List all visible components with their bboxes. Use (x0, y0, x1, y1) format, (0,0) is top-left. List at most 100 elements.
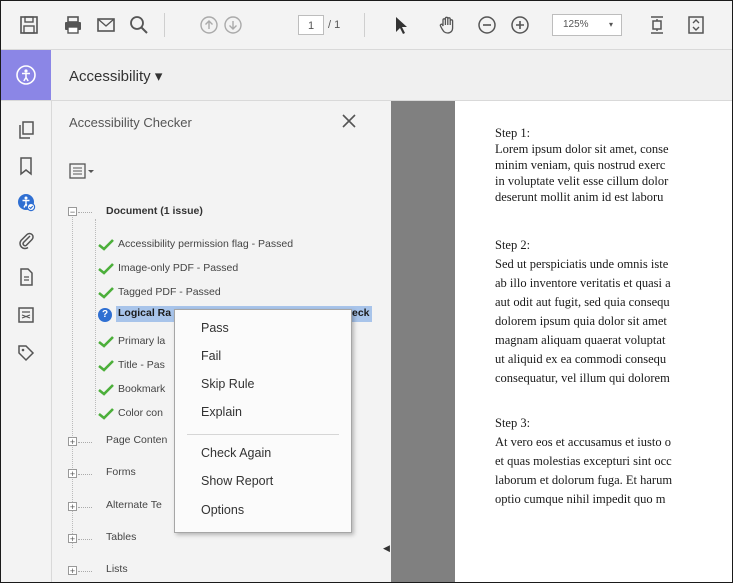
collapse-panel-handle[interactable]: ◀ (383, 543, 391, 555)
tree-connector (78, 442, 92, 444)
tree-group-tables[interactable]: Tables (106, 531, 136, 543)
tree-node-item[interactable]: Accessibility permission flag - Passed (118, 238, 293, 250)
check-icon (98, 239, 114, 251)
document-gutter (391, 101, 455, 582)
panel-options-button[interactable] (69, 161, 109, 183)
close-icon[interactable] (339, 111, 359, 131)
expand-toggle[interactable]: + (68, 502, 77, 512)
attachments-icon[interactable] (14, 228, 38, 252)
doc-heading: Step 2: (495, 238, 531, 252)
menu-item-explain[interactable]: Explain (201, 405, 242, 419)
document-page: Step 1: Lorem ipsum dolor sit amet, cons… (455, 101, 732, 582)
tree-connector (78, 571, 92, 573)
toolbar-separator (164, 13, 165, 37)
doc-line: dolorem ipsum quia dolor sit amet (495, 314, 667, 328)
fit-page-icon[interactable] (645, 13, 669, 37)
tree-node-selected[interactable]: Logical Ra (118, 307, 171, 319)
expand-toggle[interactable]: + (68, 534, 77, 544)
tree-group-alternate-text[interactable]: Alternate Te (106, 499, 162, 511)
tree-group-forms[interactable]: Forms (106, 466, 136, 478)
help-icon: ? (98, 308, 112, 322)
doc-line: Sed ut perspiciatis unde omnis iste (495, 257, 669, 271)
doc-line: deserunt mollit anim id est laboru (495, 190, 664, 204)
check-icon (98, 408, 114, 420)
menu-item-check-again[interactable]: Check Again (201, 446, 271, 460)
zoom-out-icon[interactable] (475, 13, 499, 37)
doc-heading: Step 3: (495, 416, 531, 430)
toolbar-separator (364, 13, 365, 37)
doc-line: magnam aliquam quaerat voluptat (495, 333, 666, 347)
doc-line: aut odit aut fugit, sed quia consequ (495, 295, 670, 309)
tree-node-item[interactable]: Bookmark (118, 383, 165, 395)
doc-line: laborum et dolorum fuga. Et harum (495, 473, 673, 487)
check-icon (98, 360, 114, 372)
select-tool-icon[interactable] (389, 13, 413, 37)
tree-node-document[interactable]: Document (1 issue) (106, 205, 203, 217)
zoom-select[interactable]: 125% ▾ (552, 14, 622, 36)
tree-node-item[interactable]: Image-only PDF - Passed (118, 262, 238, 274)
doc-line: consequatur, vel illum qui dolorem (495, 371, 670, 385)
page-up-icon[interactable] (197, 13, 221, 37)
check-icon (98, 336, 114, 348)
tags-icon[interactable] (14, 341, 38, 365)
tool-title-dropdown[interactable]: Accessibility ▾ (69, 67, 162, 85)
tree-group-lists[interactable]: Lists (106, 563, 128, 575)
doc-line: minim veniam, quis nostrud exerc (495, 158, 666, 172)
menu-separator (187, 434, 339, 435)
context-menu: Pass Fail Skip Rule Explain Check Again … (174, 309, 352, 533)
tree-node-item[interactable]: Color con (118, 407, 163, 419)
zoom-value: 125% (563, 19, 589, 30)
page-number-input[interactable]: 1 (298, 15, 324, 35)
navigation-rail (1, 101, 52, 582)
content-icon[interactable] (14, 303, 38, 327)
tree-guide-line (72, 211, 73, 548)
check-icon (98, 263, 114, 275)
page-document-icon[interactable] (14, 265, 38, 289)
accessibility-checker-icon[interactable] (14, 190, 38, 214)
bookmarks-icon[interactable] (14, 154, 38, 178)
doc-line: ab illo inventore veritatis et quasi a (495, 276, 671, 290)
scroll-mode-icon[interactable] (684, 13, 708, 37)
doc-line: At vero eos et accusamus et iusto o (495, 435, 671, 449)
expand-toggle[interactable]: + (68, 469, 77, 479)
tree-guide-line (95, 219, 96, 415)
tree-group-page-content[interactable]: Page Conten (106, 434, 167, 446)
tree-node-item[interactable]: Tagged PDF - Passed (118, 286, 221, 298)
page-thumbnails-icon[interactable] (14, 118, 38, 142)
menu-item-skip-rule[interactable]: Skip Rule (201, 377, 255, 391)
expand-toggle[interactable]: + (68, 566, 77, 576)
menu-item-pass[interactable]: Pass (201, 321, 229, 335)
print-icon[interactable] (61, 13, 85, 37)
doc-line: ut aliquid ex ea commodi consequ (495, 352, 667, 366)
expand-toggle[interactable]: − (68, 207, 77, 217)
zoom-in-icon[interactable] (508, 13, 532, 37)
save-icon[interactable] (17, 13, 41, 37)
tree-connector (78, 474, 92, 476)
menu-item-fail[interactable]: Fail (201, 349, 221, 363)
page-total-label: / 1 (328, 19, 341, 31)
main-toolbar: 1 / 1 125% ▾ (1, 1, 732, 50)
expand-toggle[interactable]: + (68, 437, 77, 447)
hand-tool-icon[interactable] (435, 13, 459, 37)
tree-connector (78, 212, 92, 214)
menu-item-show-report[interactable]: Show Report (201, 474, 273, 488)
search-icon[interactable] (127, 13, 151, 37)
tree-node-item[interactable]: Title - Pas (118, 359, 165, 371)
tree-node-selected-tail: eck (352, 307, 370, 319)
doc-line: et quas molestias excepturi sint occ (495, 454, 672, 468)
menu-item-options[interactable]: Options (201, 503, 244, 517)
page-down-icon[interactable] (221, 13, 245, 37)
tree-connector (78, 539, 92, 541)
tree-connector (78, 507, 92, 509)
doc-line: optio cumque nihil impedit quo m (495, 492, 666, 506)
doc-heading: Step 1: (495, 126, 531, 140)
email-icon[interactable] (94, 13, 118, 37)
tool-header-bar: Accessibility ▾ (1, 50, 732, 101)
panel-title: Accessibility Checker (69, 115, 192, 130)
app-window: 1 / 1 125% ▾ Accessibility ▾ Accessibili… (0, 0, 733, 583)
accessibility-tool-icon[interactable] (1, 50, 51, 100)
check-icon (98, 287, 114, 299)
doc-line: Lorem ipsum dolor sit amet, conse (495, 142, 669, 156)
tree-node-item[interactable]: Primary la (118, 335, 165, 347)
chevron-down-icon: ▾ (608, 20, 613, 29)
